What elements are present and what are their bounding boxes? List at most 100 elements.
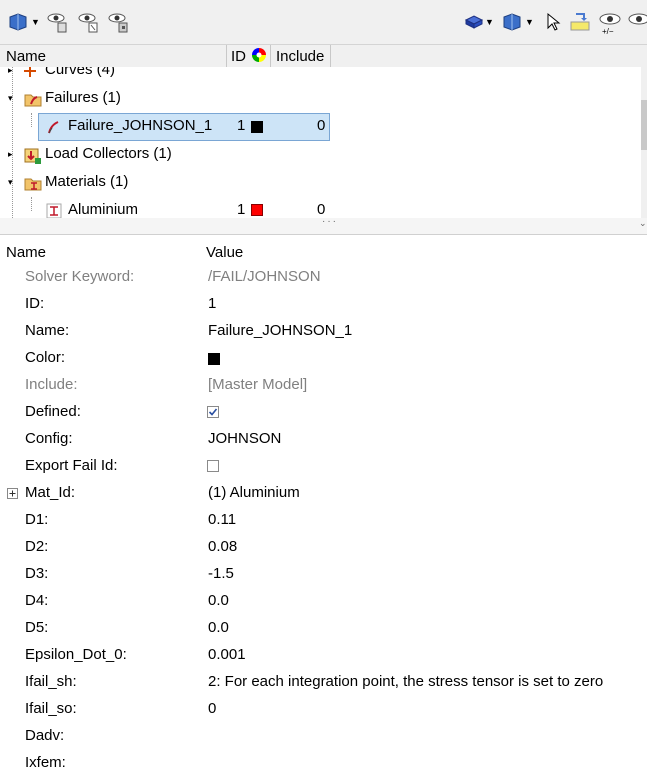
- expand-icon[interactable]: ▸: [8, 67, 13, 76]
- property-row-color[interactable]: Color:: [0, 345, 647, 372]
- color-swatch[interactable]: [251, 204, 263, 216]
- column-name[interactable]: Name: [6, 244, 46, 261]
- scrollbar-thumb[interactable]: [641, 100, 647, 150]
- isolate-button[interactable]: [107, 10, 131, 34]
- collapse-icon[interactable]: ▾: [8, 177, 13, 188]
- select-button[interactable]: [545, 10, 561, 34]
- property-row-defined[interactable]: Defined:: [0, 399, 647, 426]
- defined-checkbox[interactable]: [207, 406, 219, 418]
- tree-row-materials[interactable]: ▾ Materials (1): [0, 169, 641, 197]
- property-row-config[interactable]: Config: JOHNSON: [0, 426, 647, 453]
- property-row-d4[interactable]: D4: 0.0: [0, 588, 647, 615]
- property-name: Ifail_sh:: [25, 673, 77, 690]
- property-value[interactable]: 0: [208, 700, 216, 717]
- property-row-id[interactable]: ID: 1: [0, 291, 647, 318]
- property-row-solver-keyword[interactable]: Solver Keyword: /FAIL/JOHNSON: [0, 264, 647, 291]
- tree-row-failure-johnson-1[interactable]: Failure_JOHNSON_1 1 0: [0, 113, 641, 141]
- property-name: Epsilon_Dot_0:: [25, 646, 127, 663]
- property-name: Ixfem:: [25, 754, 66, 771]
- property-value[interactable]: 0.11: [208, 511, 236, 528]
- isolate-icon: [108, 13, 128, 33]
- expand-icon[interactable]: ▸: [8, 149, 13, 160]
- property-name: Defined:: [25, 403, 81, 420]
- failures-folder-icon: [24, 91, 42, 111]
- show-button[interactable]: [46, 10, 70, 34]
- property-value[interactable]: 0.0: [208, 619, 229, 636]
- entity-view-button[interactable]: ▼: [6, 10, 40, 34]
- column-divider[interactable]: [270, 45, 271, 67]
- entity-view-button-right[interactable]: ▼: [500, 10, 534, 34]
- chevron-down-icon: ▼: [525, 17, 534, 27]
- property-row-d3[interactable]: D3: -1.5: [0, 561, 647, 588]
- property-value[interactable]: Failure_JOHNSON_1: [208, 322, 352, 339]
- property-name: Name:: [25, 322, 70, 339]
- eye-button[interactable]: +/−: [598, 10, 622, 36]
- column-divider[interactable]: [226, 45, 227, 67]
- checkmark-icon: [208, 408, 218, 416]
- property-name: D5:: [25, 619, 49, 636]
- column-include[interactable]: Include: [276, 48, 324, 65]
- property-name: D1:: [25, 511, 49, 528]
- property-row-export-fail-id[interactable]: Export Fail Id:: [0, 453, 647, 480]
- tree-item-label: Curves (4): [45, 67, 116, 78]
- panel-splitter[interactable]: ··· ⌄: [0, 216, 647, 235]
- chevron-down-icon: ▼: [31, 17, 40, 27]
- property-row-d1[interactable]: D1: 0.11: [0, 507, 647, 534]
- property-value[interactable]: 1: [208, 295, 216, 312]
- expand-icon[interactable]: [7, 488, 18, 499]
- property-name: ID:: [25, 295, 45, 312]
- collapse-icon[interactable]: ▾: [8, 93, 13, 104]
- property-row-ifail-so[interactable]: Ifail_so: 0: [0, 696, 647, 723]
- plus-minus-label: +/−: [602, 27, 614, 36]
- color-column-header[interactable]: [251, 47, 267, 67]
- property-row-d2[interactable]: D2: 0.08: [0, 534, 647, 561]
- tree-item-include: 0: [317, 117, 326, 134]
- property-value[interactable]: -1.5: [208, 565, 234, 582]
- property-value[interactable]: 0.001: [208, 646, 246, 663]
- tree-row-curves[interactable]: ▸ Curves (4): [0, 67, 641, 85]
- property-name: Ifail_so:: [25, 700, 77, 717]
- property-row-dadv[interactable]: Dadv:: [0, 723, 647, 750]
- hide-button[interactable]: [77, 10, 101, 34]
- property-row-ixfem[interactable]: Ixfem:: [0, 750, 647, 777]
- property-row-d5[interactable]: D5: 0.0: [0, 615, 647, 642]
- property-value[interactable]: 2: For each integration point, the stres…: [208, 673, 603, 690]
- tree-header: Name ID Include: [0, 44, 647, 68]
- color-swatch[interactable]: [208, 353, 220, 365]
- property-value[interactable]: (1) Aluminium: [208, 484, 300, 501]
- export-fail-id-checkbox[interactable]: [207, 460, 219, 472]
- property-value: /FAIL/JOHNSON: [208, 268, 321, 285]
- property-name: Mat_Id:: [25, 484, 76, 501]
- entity-view-icon: [503, 13, 521, 31]
- property-row-ifail-sh[interactable]: Ifail_sh: 2: For each integration point,…: [0, 669, 647, 696]
- solid-view-button[interactable]: ▼: [464, 10, 494, 34]
- color-wheel-icon: [252, 48, 266, 62]
- tree-item-label: Materials (1): [45, 173, 129, 190]
- column-divider[interactable]: [330, 45, 331, 67]
- property-name: Include:: [25, 376, 78, 393]
- property-value[interactable]: 0.08: [208, 538, 237, 555]
- column-id[interactable]: ID: [231, 48, 246, 65]
- splitter-grip-icon: ···: [322, 216, 338, 227]
- property-name: Config:: [25, 430, 73, 447]
- tree-row-failures[interactable]: ▾ Failures (1): [0, 85, 641, 113]
- column-value[interactable]: Value: [206, 244, 243, 261]
- property-name: D3:: [25, 565, 49, 582]
- curves-icon: [22, 67, 38, 82]
- tree-row-load-collectors[interactable]: ▸ Load Collectors (1): [0, 141, 641, 169]
- property-row-include[interactable]: Include: [Master Model]: [0, 372, 647, 399]
- collapse-panel-icon[interactable]: ⌄: [639, 218, 647, 229]
- toolbar: ▼ ▼ ▼ +/−: [0, 0, 647, 44]
- property-value[interactable]: JOHNSON: [208, 430, 281, 447]
- property-row-epsilon-dot-0[interactable]: Epsilon_Dot_0: 0.001: [0, 642, 647, 669]
- materials-folder-icon: [24, 175, 42, 195]
- tree-row-aluminium[interactable]: Aluminium 1 0: [0, 197, 641, 218]
- highlight-button[interactable]: [568, 10, 592, 34]
- property-row-mat-id[interactable]: Mat_Id: (1) Aluminium: [0, 480, 647, 507]
- property-value[interactable]: 0.0: [208, 592, 229, 609]
- property-row-name[interactable]: Name: Failure_JOHNSON_1: [0, 318, 647, 345]
- color-swatch[interactable]: [251, 121, 263, 133]
- column-name[interactable]: Name: [6, 48, 46, 65]
- tree-scrollbar[interactable]: [641, 67, 647, 218]
- eye-plus-minus-button[interactable]: [627, 10, 647, 34]
